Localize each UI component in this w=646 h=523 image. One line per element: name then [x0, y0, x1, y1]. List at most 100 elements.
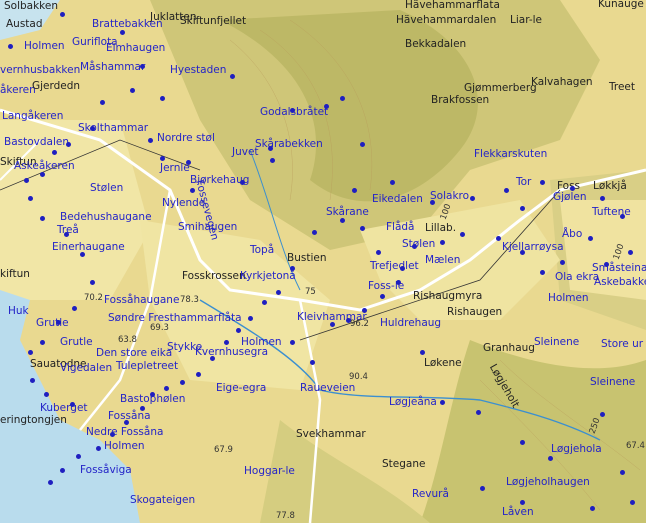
place-point[interactable]	[476, 410, 481, 415]
place-point[interactable]	[496, 236, 501, 241]
place-point[interactable]	[520, 206, 525, 211]
place-point[interactable]	[346, 318, 351, 323]
place-point[interactable]	[140, 64, 145, 69]
place-point[interactable]	[340, 218, 345, 223]
place-point[interactable]	[340, 96, 345, 101]
place-point[interactable]	[290, 108, 295, 113]
place-point[interactable]	[140, 406, 145, 411]
place-point[interactable]	[66, 142, 71, 147]
place-point[interactable]	[148, 138, 153, 143]
place-point[interactable]	[196, 372, 201, 377]
place-point[interactable]	[40, 340, 45, 345]
place-point[interactable]	[90, 126, 95, 131]
place-point[interactable]	[270, 158, 275, 163]
place-point[interactable]	[72, 306, 77, 311]
place-point[interactable]	[100, 100, 105, 105]
place-point[interactable]	[150, 392, 155, 397]
place-point[interactable]	[440, 400, 445, 405]
place-point[interactable]	[210, 356, 215, 361]
place-point[interactable]	[80, 252, 85, 257]
place-point[interactable]	[40, 172, 45, 177]
place-point[interactable]	[520, 250, 525, 255]
place-point[interactable]	[248, 316, 253, 321]
place-point[interactable]	[60, 12, 65, 17]
place-point[interactable]	[312, 230, 317, 235]
place-point[interactable]	[64, 232, 69, 237]
place-point[interactable]	[362, 308, 367, 313]
place-point[interactable]	[230, 74, 235, 79]
place-point[interactable]	[262, 300, 267, 305]
place-point[interactable]	[376, 250, 381, 255]
place-point[interactable]	[120, 30, 125, 35]
place-point[interactable]	[620, 470, 625, 475]
place-point[interactable]	[110, 432, 115, 437]
place-point[interactable]	[570, 186, 575, 191]
place-point[interactable]	[60, 468, 65, 473]
place-point[interactable]	[420, 350, 425, 355]
place-point[interactable]	[396, 280, 401, 285]
place-point[interactable]	[604, 262, 609, 267]
place-point[interactable]	[480, 486, 485, 491]
place-point[interactable]	[70, 402, 75, 407]
place-point[interactable]	[630, 500, 635, 505]
place-point[interactable]	[224, 340, 229, 345]
place-point[interactable]	[160, 96, 165, 101]
place-point[interactable]	[470, 196, 475, 201]
place-point[interactable]	[360, 142, 365, 147]
place-point[interactable]	[44, 392, 49, 397]
place-point[interactable]	[620, 214, 625, 219]
place-point[interactable]	[186, 160, 191, 165]
place-point[interactable]	[324, 104, 329, 109]
place-point[interactable]	[540, 270, 545, 275]
place-point[interactable]	[310, 360, 315, 365]
place-point[interactable]	[40, 216, 45, 221]
place-point[interactable]	[124, 420, 129, 425]
topographic-map[interactable]: Solbakken Austad Juklatten Skiftunfjellet Hä…	[0, 0, 646, 523]
place-point[interactable]	[548, 456, 553, 461]
place-point[interactable]	[90, 280, 95, 285]
place-point[interactable]	[290, 340, 295, 345]
place-point[interactable]	[430, 200, 435, 205]
place-point[interactable]	[440, 240, 445, 245]
place-point[interactable]	[48, 480, 53, 485]
place-point[interactable]	[28, 350, 33, 355]
place-point[interactable]	[540, 180, 545, 185]
place-point[interactable]	[52, 150, 57, 155]
place-point[interactable]	[588, 236, 593, 241]
place-point[interactable]	[380, 294, 385, 299]
place-point[interactable]	[600, 412, 605, 417]
place-point[interactable]	[276, 290, 281, 295]
place-label-rishaugen: Rishaugen	[447, 306, 503, 318]
place-point[interactable]	[504, 188, 509, 193]
place-point[interactable]	[28, 196, 33, 201]
place-point[interactable]	[268, 146, 273, 151]
place-point[interactable]	[56, 320, 61, 325]
place-point[interactable]	[390, 180, 395, 185]
place-point[interactable]	[190, 188, 195, 193]
place-point[interactable]	[520, 500, 525, 505]
place-point[interactable]	[160, 156, 165, 161]
place-point[interactable]	[590, 506, 595, 511]
place-point[interactable]	[164, 386, 169, 391]
place-point[interactable]	[520, 440, 525, 445]
place-point[interactable]	[412, 244, 417, 249]
place-point[interactable]	[240, 180, 245, 185]
place-point[interactable]	[76, 454, 81, 459]
place-point[interactable]	[30, 378, 35, 383]
place-point[interactable]	[600, 196, 605, 201]
place-point[interactable]	[180, 380, 185, 385]
place-point[interactable]	[8, 44, 13, 49]
place-point[interactable]	[460, 232, 465, 237]
place-point[interactable]	[560, 260, 565, 265]
place-point[interactable]	[628, 250, 633, 255]
place-point[interactable]	[352, 188, 357, 193]
place-point[interactable]	[360, 226, 365, 231]
place-point[interactable]	[130, 88, 135, 93]
place-point[interactable]	[290, 266, 295, 271]
place-point[interactable]	[236, 328, 241, 333]
place-point[interactable]	[400, 266, 405, 271]
place-label-askebakken: Askebakke	[594, 276, 646, 288]
place-point[interactable]	[330, 322, 335, 327]
place-point[interactable]	[24, 178, 29, 183]
place-point[interactable]	[96, 446, 101, 451]
